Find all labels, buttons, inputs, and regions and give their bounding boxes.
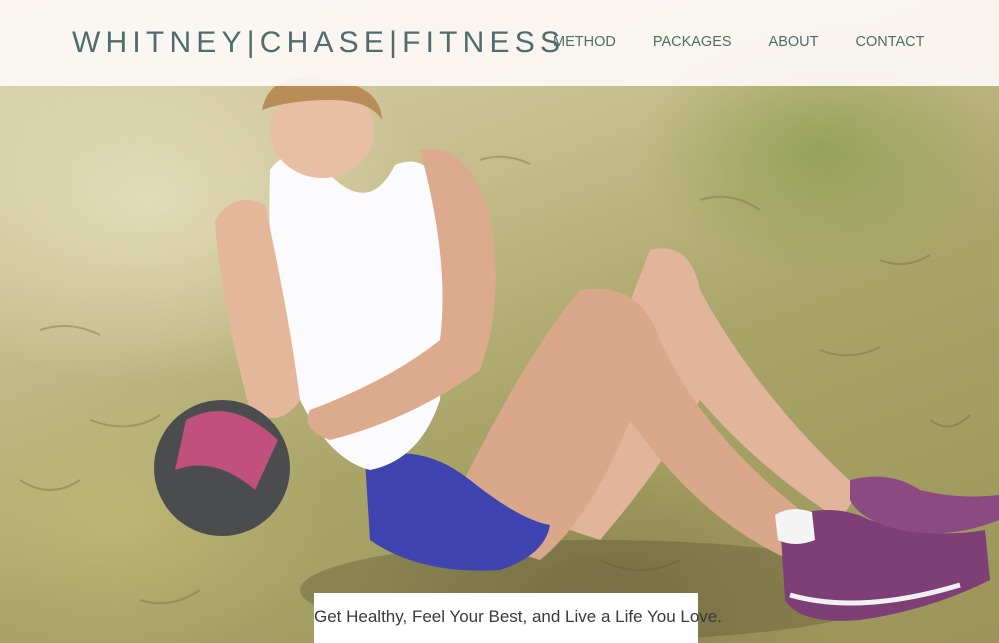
tagline-box: Get Healthy, Feel Your Best, and Live a … <box>314 593 722 643</box>
hero-image <box>0 0 999 643</box>
nav-item-about[interactable]: ABOUT <box>769 33 819 51</box>
site-header: WHITNEY|CHASE|FITNESS METHOD PACKAGES AB… <box>0 0 999 86</box>
main-nav: METHOD PACKAGES ABOUT CONTACT <box>553 33 925 51</box>
nav-item-method[interactable]: METHOD <box>553 33 616 51</box>
page: WHITNEY|CHASE|FITNESS METHOD PACKAGES AB… <box>0 0 999 643</box>
nav-item-packages[interactable]: PACKAGES <box>653 33 732 51</box>
tagline-text: Get Healthy, Feel Your Best, and Live a … <box>314 607 722 626</box>
hero-photo-illustration <box>19 78 999 640</box>
nav-item-contact[interactable]: CONTACT <box>856 33 925 51</box>
site-logo[interactable]: WHITNEY|CHASE|FITNESS <box>72 24 565 62</box>
